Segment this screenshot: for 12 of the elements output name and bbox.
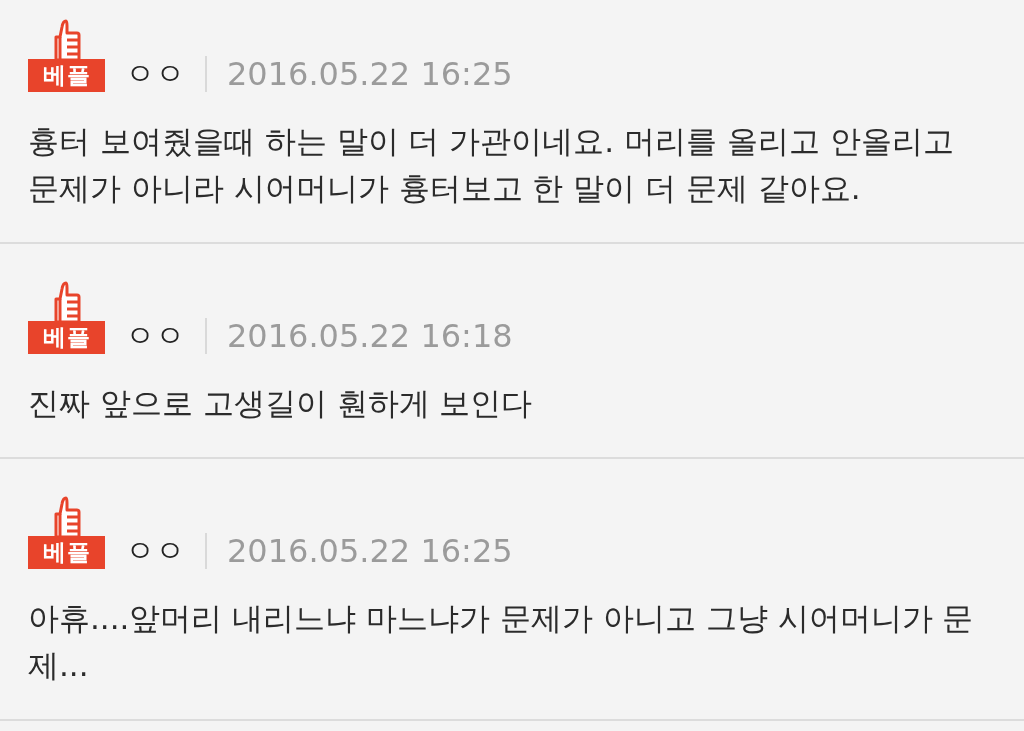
comment-text: 진짜 앞으로 고생길이 훤하게 보인다: [28, 384, 534, 423]
best-comment-label: 베플: [28, 321, 105, 354]
best-comment-label: 베플: [28, 536, 105, 569]
comment-timestamp: 2016.05.22 16:25: [227, 58, 513, 90]
comment-text: 아휴....앞머리 내리느냐 마느냐가 문제가 아니고 그냥 시어머니가 문제...: [28, 599, 975, 685]
author-name: ㅇㅇ: [125, 59, 185, 89]
author-name: ㅇㅇ: [125, 321, 185, 351]
best-comment-label: 베플: [28, 59, 105, 92]
comment-timestamp: 2016.05.22 16:25: [227, 535, 513, 567]
comment-timestamp: 2016.05.22 16:18: [227, 320, 513, 352]
comment-text: 흉터 보여줬을때 하는 말이 더 가관이네요. 머리를 올리고 안올리고 문제가 아니라 시어머니가 흉터보고 한 말이 더 문제 같아요.: [28, 122, 955, 208]
author-name: ㅇㅇ: [125, 536, 185, 566]
